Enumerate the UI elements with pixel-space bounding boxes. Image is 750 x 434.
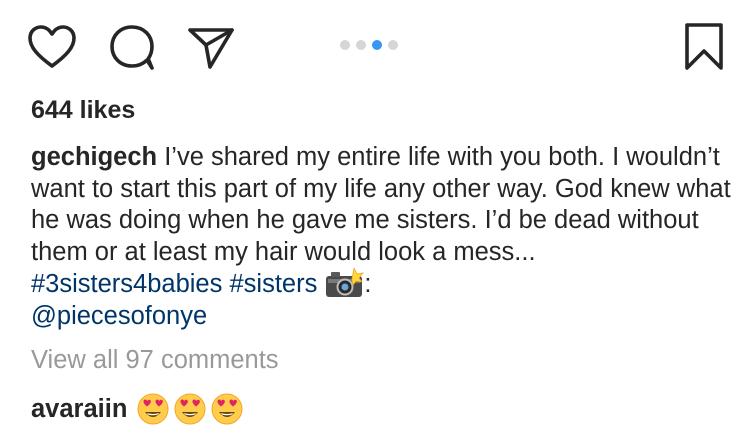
carousel-dot-active xyxy=(372,40,382,50)
carousel-dot xyxy=(356,40,366,50)
heart-eyes-emoji-icon xyxy=(211,393,243,425)
share-icon[interactable] xyxy=(186,24,236,70)
carousel-indicator xyxy=(340,40,398,50)
heart-eyes-emoji-icon xyxy=(174,393,206,425)
heart-icon[interactable] xyxy=(27,24,77,70)
comment-row: avaraiin xyxy=(31,393,248,425)
post-caption: gechigech I’ve shared my entire life wit… xyxy=(31,142,731,332)
hashtag-link[interactable]: #sisters xyxy=(229,270,317,298)
comment-icon[interactable] xyxy=(107,22,157,72)
camera-flash-emoji-icon xyxy=(326,268,365,297)
mention-link[interactable]: @piecesofonye xyxy=(31,302,207,330)
hashtag-link[interactable]: #3sisters4babies xyxy=(31,270,222,298)
view-all-comments-link[interactable]: View all 97 comments xyxy=(31,346,279,375)
likes-count[interactable]: 644 likes xyxy=(31,96,135,125)
heart-eyes-emoji-icon xyxy=(137,393,169,425)
carousel-dot xyxy=(340,40,350,50)
action-bar xyxy=(0,0,750,90)
caption-colon: : xyxy=(364,270,372,298)
bookmark-icon[interactable] xyxy=(684,22,724,72)
caption-username[interactable]: gechigech xyxy=(31,143,157,171)
comment-username[interactable]: avaraiin xyxy=(31,395,127,424)
carousel-dot xyxy=(388,40,398,50)
